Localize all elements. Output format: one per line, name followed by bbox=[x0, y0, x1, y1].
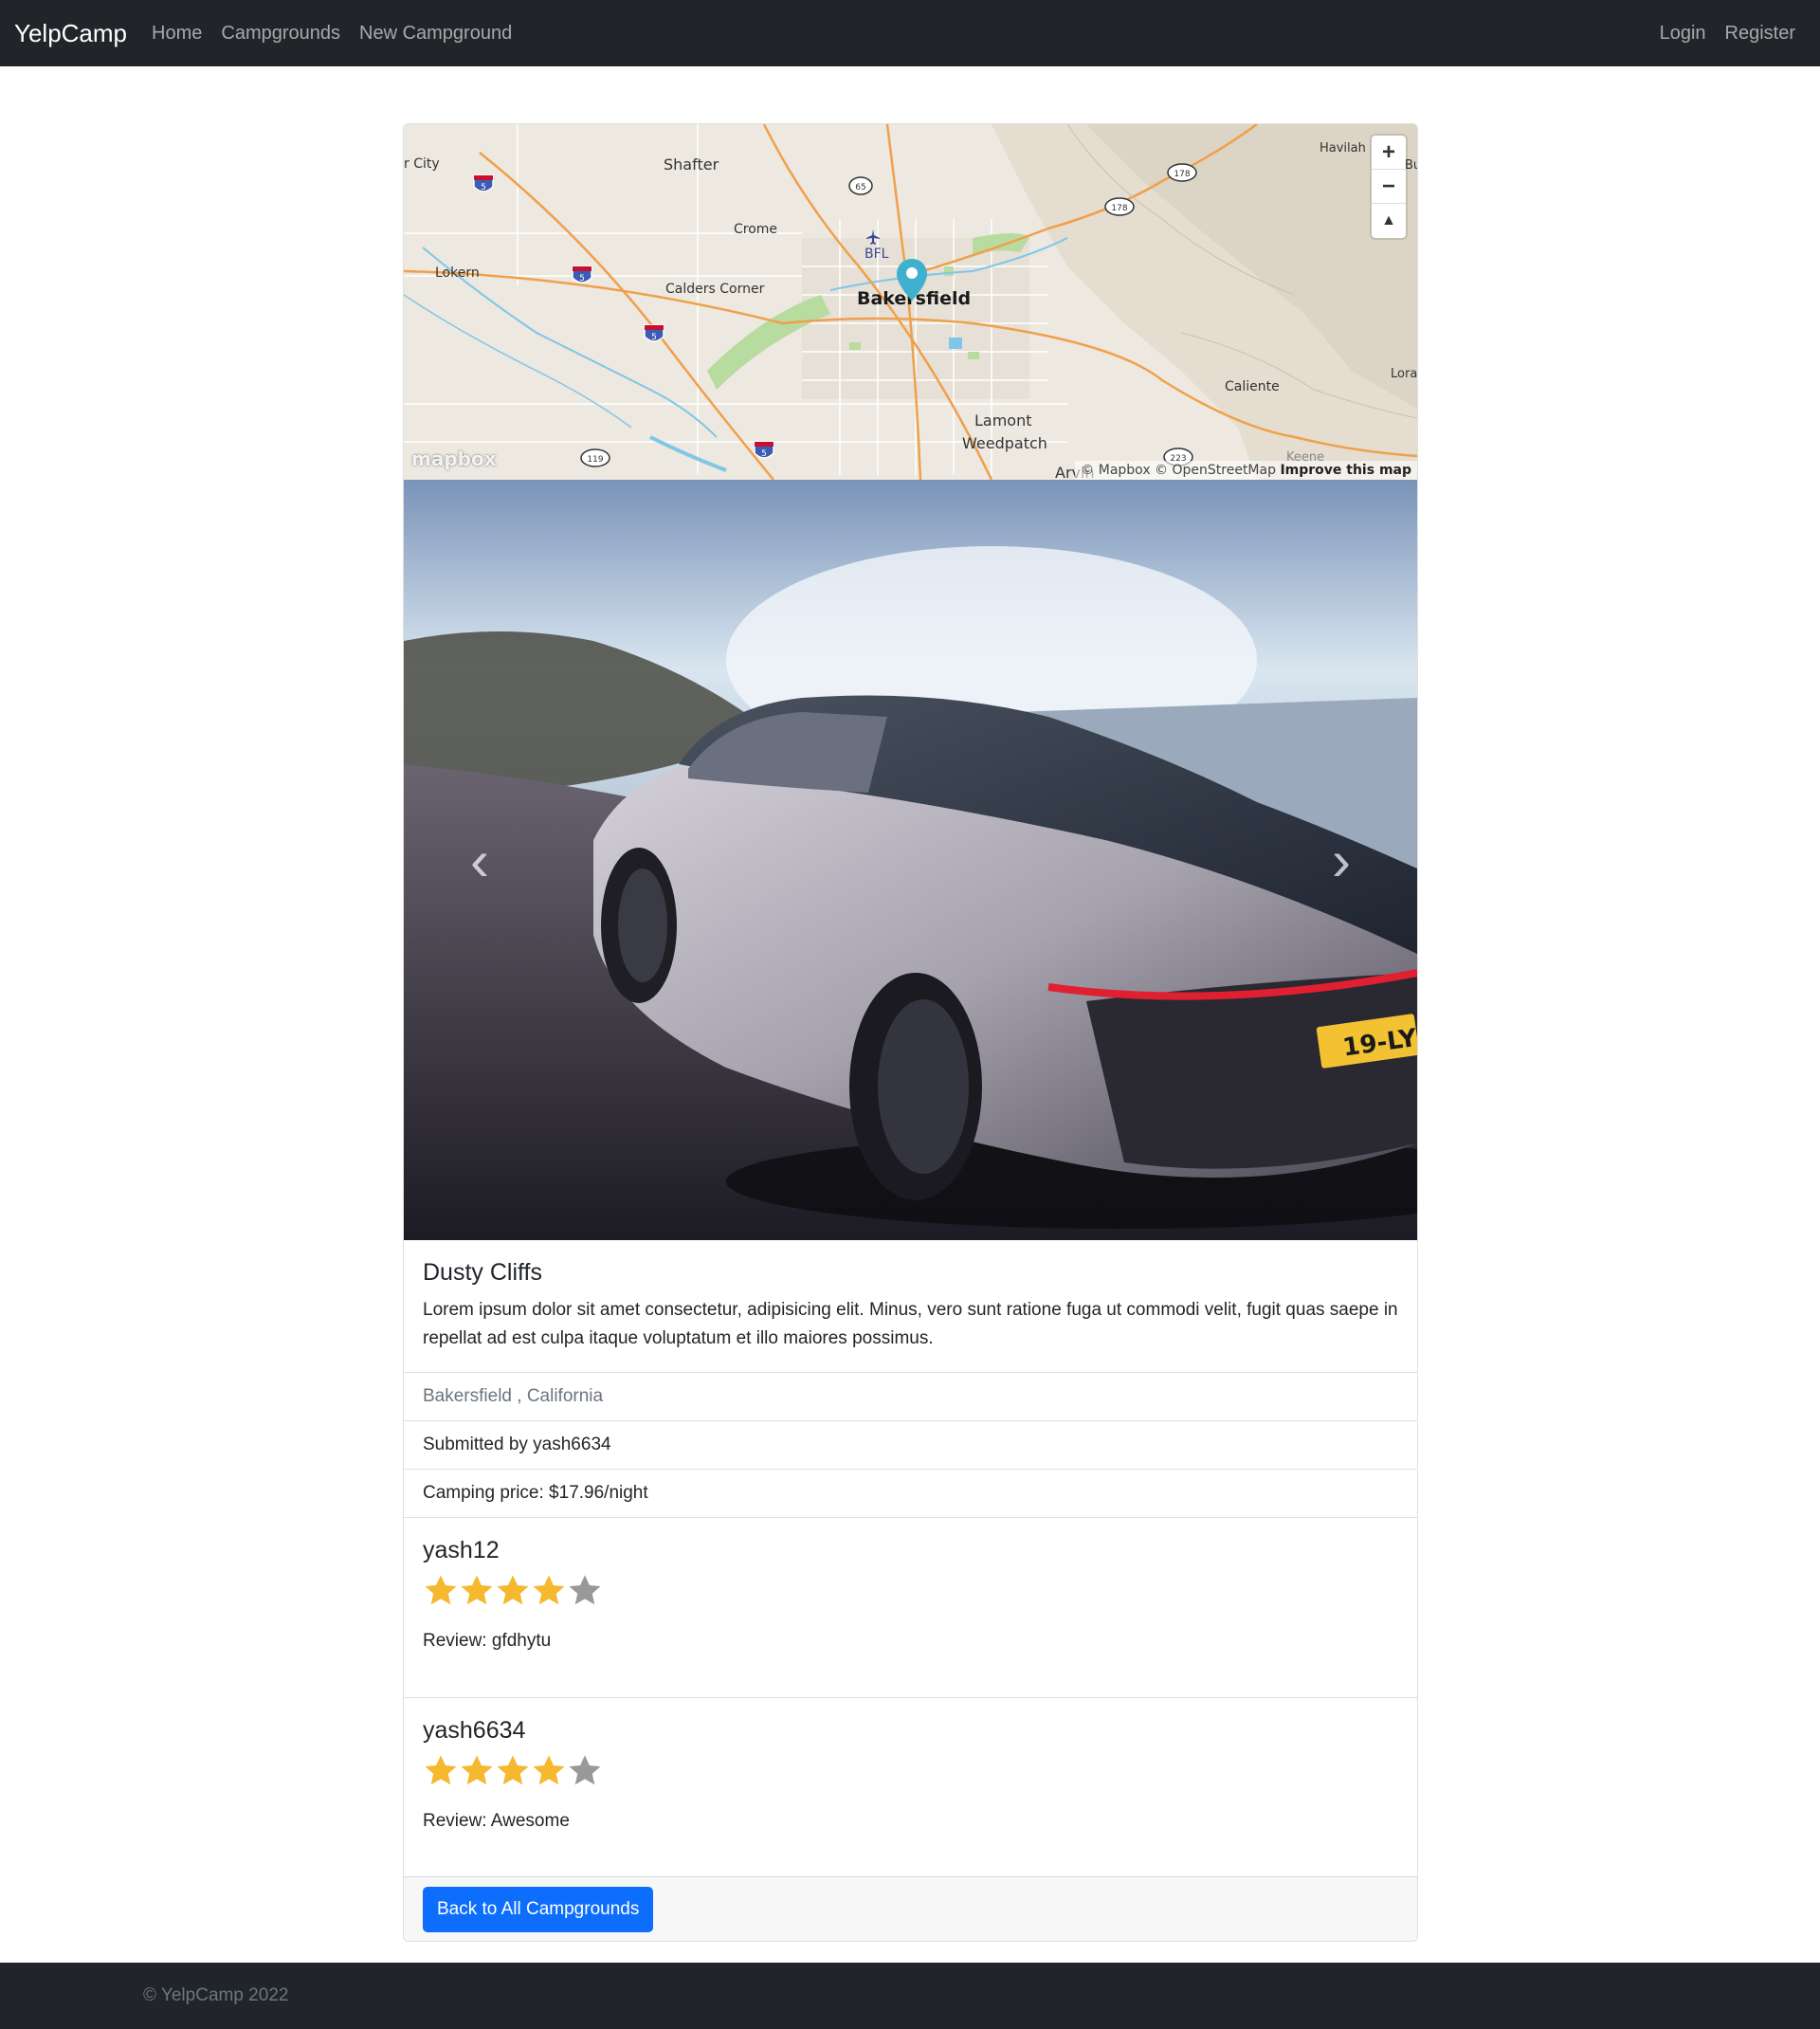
nav-new-campground-link[interactable]: New Campground bbox=[350, 23, 521, 45]
star-empty-icon bbox=[569, 1755, 601, 1785]
interstate-5-shield-icon: 5 bbox=[754, 441, 774, 459]
star-empty-icon bbox=[569, 1575, 601, 1605]
zoom-out-button[interactable]: − bbox=[1372, 170, 1406, 204]
star-rating bbox=[423, 1572, 1398, 1610]
star-filled-icon bbox=[533, 1755, 565, 1785]
star-filled-icon bbox=[461, 1575, 493, 1605]
campground-card: r City Shafter Crome BFL Lokern Calders … bbox=[403, 123, 1418, 1942]
map-label-caliente: Caliente bbox=[1225, 379, 1280, 394]
review-username: yash6634 bbox=[423, 1717, 526, 1744]
review-card: yash12 Review: gfdhytu bbox=[404, 1518, 1417, 1697]
nav-campgrounds-link[interactable]: Campgrounds bbox=[211, 23, 350, 45]
map-label-lokern: Lokern bbox=[435, 265, 480, 281]
page-footer: © YelpCamp 2022 bbox=[0, 1963, 1820, 2029]
nav-login-link[interactable]: Login bbox=[1650, 23, 1716, 45]
review-text: Review: gfdhytu bbox=[423, 1631, 552, 1651]
card-footer: Back to All Campgrounds bbox=[404, 1876, 1417, 1941]
map-attribution-text[interactable]: © Mapbox © OpenStreetMap bbox=[1081, 463, 1276, 478]
map-label-city-left: r City bbox=[404, 156, 440, 172]
map-label-havilah: Havilah bbox=[1320, 141, 1366, 155]
improve-map-link[interactable]: Improve this map bbox=[1280, 463, 1411, 478]
campground-submitted-by: Submitted by yash6634 bbox=[404, 1421, 1417, 1470]
campground-details: Dusty Cliffs Lorem ipsum dolor sit amet … bbox=[404, 1240, 1417, 1373]
map-label-crome: Crome bbox=[734, 222, 778, 237]
navbar: YelpCamp Home Campgrounds New Campground… bbox=[0, 0, 1820, 66]
highway-65-shield-icon: 65 bbox=[848, 176, 873, 195]
svg-text:178: 178 bbox=[1174, 170, 1190, 179]
svg-text:5: 5 bbox=[579, 274, 585, 283]
campground-map[interactable]: r City Shafter Crome BFL Lokern Calders … bbox=[404, 124, 1417, 480]
star-filled-icon bbox=[425, 1575, 457, 1605]
map-label-bu: Bu bbox=[1405, 158, 1417, 173]
star-filled-icon bbox=[425, 1755, 457, 1785]
compass-button[interactable]: ▲ bbox=[1372, 204, 1406, 238]
star-filled-icon bbox=[461, 1755, 493, 1785]
interstate-5-shield-icon: 5 bbox=[572, 265, 592, 283]
campground-location: Bakersfield , California bbox=[404, 1373, 1417, 1421]
highway-178-shield-icon: 178 bbox=[1167, 163, 1197, 182]
back-to-campgrounds-button[interactable]: Back to All Campgrounds bbox=[423, 1887, 654, 1932]
highway-119-shield-icon: 119 bbox=[580, 448, 610, 467]
star-filled-icon bbox=[497, 1755, 529, 1785]
map-label-bfl: BFL bbox=[864, 247, 889, 262]
review-username: yash12 bbox=[423, 1537, 500, 1563]
nav-register-link[interactable]: Register bbox=[1716, 23, 1805, 45]
svg-text:5: 5 bbox=[481, 183, 486, 192]
footer-copyright: © YelpCamp 2022 bbox=[143, 1985, 289, 2005]
svg-text:5: 5 bbox=[651, 333, 657, 342]
interstate-5-shield-icon: 5 bbox=[644, 324, 664, 342]
star-filled-icon bbox=[533, 1575, 565, 1605]
carousel-prev-button[interactable]: ‹ bbox=[404, 480, 555, 1240]
map-label-calders-corner: Calders Corner bbox=[665, 282, 765, 297]
location-pin-icon[interactable] bbox=[895, 257, 929, 302]
mapbox-logo[interactable]: mapbox bbox=[411, 448, 497, 470]
map-label-shafter: Shafter bbox=[664, 155, 719, 174]
svg-text:65: 65 bbox=[855, 183, 865, 192]
nav-right: Login Register bbox=[1650, 23, 1805, 45]
highway-178-shield-icon: 178 bbox=[1104, 197, 1135, 216]
map-label-lamont: Lamont bbox=[974, 411, 1032, 430]
svg-text:119: 119 bbox=[587, 455, 603, 465]
svg-text:5: 5 bbox=[761, 449, 767, 459]
review-card: yash6634 Review: Awesome bbox=[404, 1697, 1417, 1876]
carousel-next-button[interactable]: › bbox=[1265, 480, 1417, 1240]
map-label-lora: Lora bbox=[1391, 367, 1417, 381]
interstate-5-shield-icon: 5 bbox=[473, 174, 494, 192]
map-attribution: © Mapbox © OpenStreetMap Improve this ma… bbox=[1075, 461, 1417, 480]
airport-icon bbox=[866, 229, 880, 245]
image-carousel: 19-LYR-1 ‹ › bbox=[404, 480, 1417, 1240]
star-filled-icon bbox=[497, 1575, 529, 1605]
brand-logo[interactable]: YelpCamp bbox=[14, 19, 127, 48]
svg-text:178: 178 bbox=[1111, 204, 1127, 213]
map-zoom-controls: + − ▲ bbox=[1372, 136, 1406, 238]
campground-description: Lorem ipsum dolor sit amet consectetur, … bbox=[423, 1300, 1398, 1348]
campground-price: Camping price: $17.96/night bbox=[404, 1470, 1417, 1518]
campground-title: Dusty Cliffs bbox=[423, 1259, 542, 1286]
zoom-in-button[interactable]: + bbox=[1372, 136, 1406, 170]
review-text: Review: Awesome bbox=[423, 1811, 570, 1831]
reviews-list: yash12 Review: gfdhytu yash6634 Review: … bbox=[404, 1518, 1417, 1876]
star-rating bbox=[423, 1752, 1398, 1790]
nav-home-link[interactable]: Home bbox=[142, 23, 211, 45]
map-label-weedpatch: Weedpatch bbox=[962, 434, 1047, 452]
